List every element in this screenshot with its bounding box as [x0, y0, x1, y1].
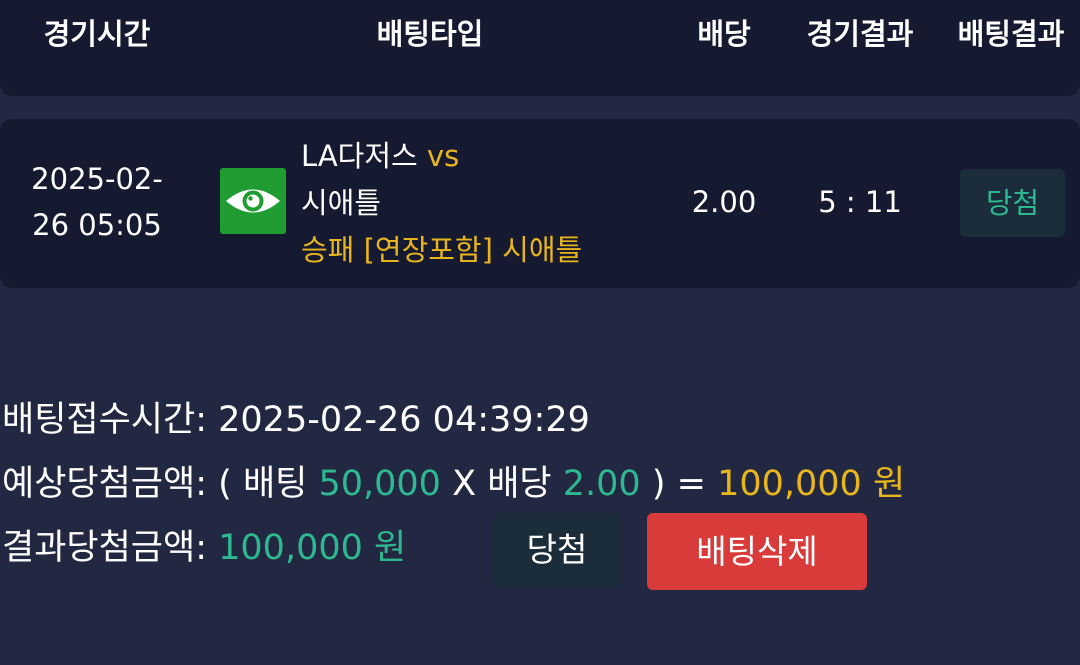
odds-value: 2.00 — [691, 185, 757, 219]
odds-label: 배당 — [487, 464, 552, 504]
accept-time-line: 배팅접수시간: 2025-02-26 04:39:29 — [2, 396, 590, 444]
game-clock: 26 05:05 — [32, 208, 162, 242]
table-header: 경기시간 배팅타입 배당 경기결과 배팅결과 — [0, 0, 1080, 96]
game-time: 2025-02- 26 05:05 — [22, 156, 172, 248]
away-team: 시애틀 — [301, 186, 382, 220]
home-team: LA다저스 — [301, 139, 418, 173]
result-payout-label: 결과당첨금액: — [2, 528, 207, 568]
eye-icon[interactable] — [220, 168, 286, 234]
bet-result-badge: 당첨 — [960, 169, 1065, 237]
result-payout-amount: 100,000 원 — [218, 528, 407, 568]
expected-payout-label: 예상당첨금액: — [2, 464, 207, 504]
expected-payout-amount: 100,000 원 — [717, 464, 906, 504]
vs-label: vs — [426, 139, 460, 173]
header-odds: 배당 — [697, 17, 751, 51]
accept-time-label: 배팅접수시간: — [2, 400, 207, 440]
bet-pick: 승패 [연장포함] 시애틀 — [301, 233, 583, 267]
bet-amount: 50,000 — [318, 464, 441, 504]
header-game-time: 경기시간 — [43, 17, 151, 51]
summary-odds: 2.00 — [562, 464, 641, 504]
bet-amount-label: 배팅 — [242, 464, 308, 504]
open-paren: ( — [218, 464, 232, 504]
times-sign: X — [452, 464, 477, 504]
header-bet-type: 배팅타입 — [376, 17, 484, 51]
bet-type-cell: LA다저스 vs 시애틀 승패 [연장포함] 시애틀 — [301, 133, 582, 274]
game-score: 5 : 11 — [818, 185, 902, 219]
expected-payout-line: 예상당첨금액: ( 배팅 50,000 X 배당 2.00 ) = 100,00… — [2, 460, 905, 508]
eye-icon-graphic — [226, 189, 280, 213]
result-payout-line: 결과당첨금액: 100,000 원 — [2, 524, 406, 572]
delete-bet-button[interactable]: 배팅삭제 — [647, 513, 867, 590]
accept-time-value: 2025-02-26 04:39:29 — [218, 400, 590, 440]
bet-row: 2025-02- 26 05:05 LA다저스 vs 시애틀 승패 [연장포함]… — [0, 119, 1080, 288]
game-date: 2025-02- — [31, 162, 163, 196]
match-line: LA다저스 vs — [301, 133, 582, 180]
header-game-result: 경기결과 — [806, 17, 914, 51]
header-bet-result: 배팅결과 — [957, 17, 1065, 51]
win-status-button[interactable]: 당첨 — [494, 513, 620, 587]
close-equals: ) = — [651, 464, 706, 504]
